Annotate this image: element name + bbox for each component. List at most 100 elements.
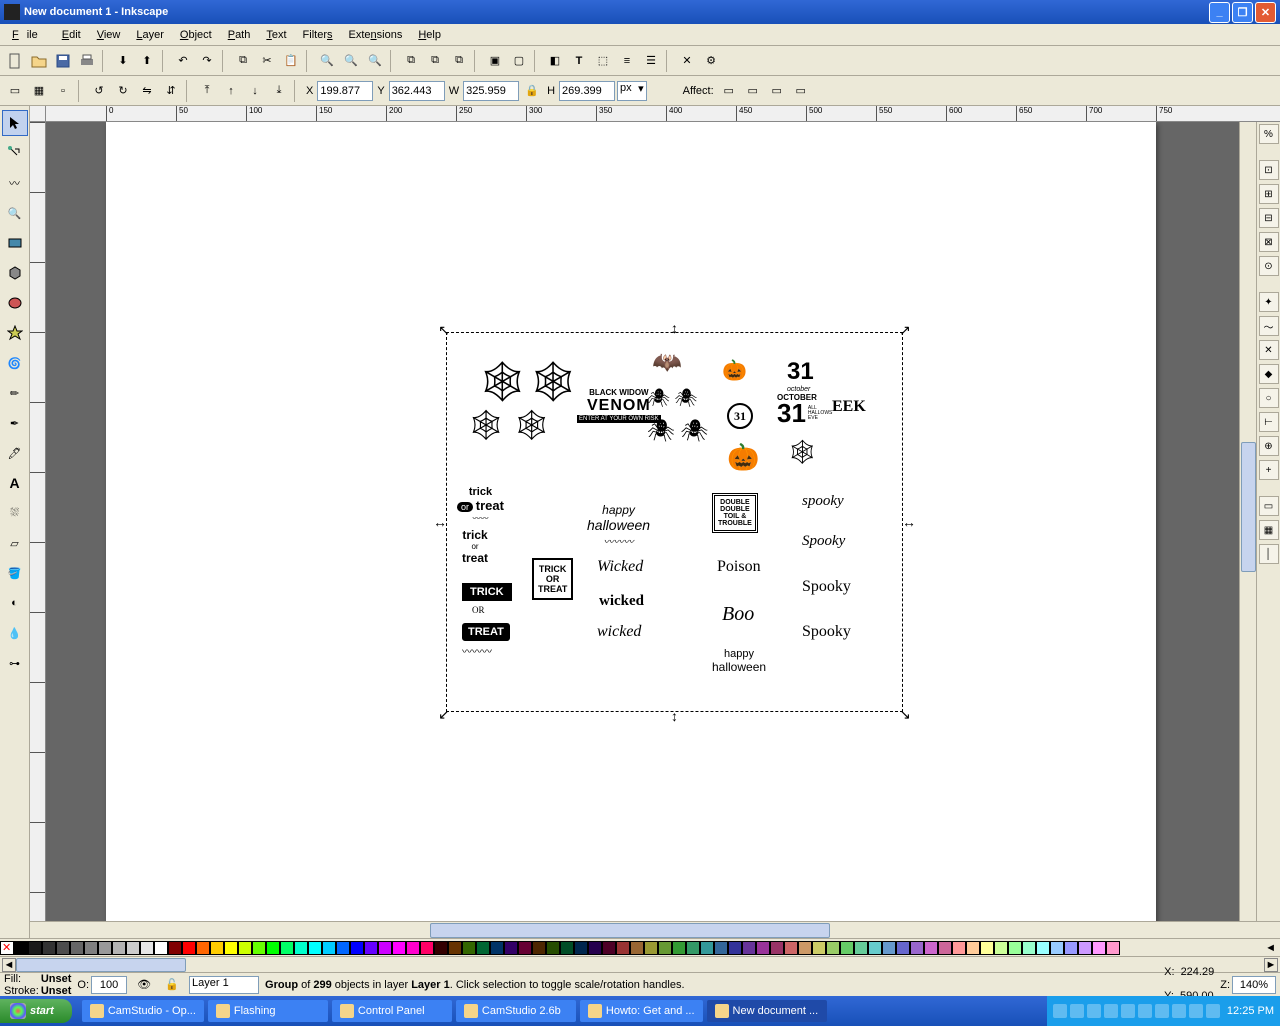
snap-intersection-button[interactable]: ✕ [1259, 340, 1279, 360]
color-swatch[interactable] [1064, 941, 1078, 955]
rect-tool[interactable] [2, 230, 28, 256]
affect-pattern-button[interactable]: ▭ [790, 80, 812, 102]
scrollbar-vertical[interactable] [1239, 122, 1256, 921]
clone-button[interactable]: ⧉ [424, 50, 446, 72]
group-button[interactable]: ▣ [484, 50, 506, 72]
color-swatch[interactable] [868, 941, 882, 955]
color-swatch[interactable] [350, 941, 364, 955]
color-swatch[interactable] [490, 941, 504, 955]
color-swatch[interactable] [28, 941, 42, 955]
color-swatch[interactable] [476, 941, 490, 955]
color-swatch[interactable] [140, 941, 154, 955]
color-swatch[interactable] [448, 941, 462, 955]
zoom-fit-button[interactable]: 🔍 [316, 50, 338, 72]
color-swatch[interactable] [532, 941, 546, 955]
snap-node-button[interactable]: ✦ [1259, 292, 1279, 312]
menu-view[interactable]: View [89, 27, 129, 43]
snap-obj-center-button[interactable]: ⊕ [1259, 436, 1279, 456]
color-swatch[interactable] [98, 941, 112, 955]
color-swatch[interactable] [728, 941, 742, 955]
scroll-left-button[interactable]: ◄ [2, 958, 16, 972]
xml-button[interactable]: ⬚ [592, 50, 614, 72]
snap-edge-mid-button[interactable]: ⊠ [1259, 232, 1279, 252]
menu-file[interactable]: File [4, 27, 54, 43]
menu-filters[interactable]: Filters [295, 27, 341, 43]
bezier-tool[interactable]: ✒ [2, 410, 28, 436]
rotate-cw-button[interactable]: ↻ [112, 80, 134, 102]
h-input[interactable] [559, 81, 615, 101]
snap-enable-button[interactable]: % [1259, 124, 1279, 144]
rotate-ccw-button[interactable]: ↺ [88, 80, 110, 102]
color-swatch[interactable] [980, 941, 994, 955]
color-swatch[interactable] [266, 941, 280, 955]
palette-scrollbar[interactable] [16, 958, 186, 972]
color-swatch[interactable] [252, 941, 266, 955]
color-swatch[interactable] [938, 941, 952, 955]
select-layers-button[interactable]: ▦ [28, 80, 50, 102]
menu-extensions[interactable]: Extensions [341, 27, 411, 43]
color-swatch[interactable] [966, 941, 980, 955]
color-swatch[interactable] [994, 941, 1008, 955]
layer-select[interactable]: Layer 1 [189, 976, 259, 994]
color-swatch[interactable] [924, 941, 938, 955]
canvas[interactable]: ↖ ↕ ↗ ↔ ↔ ↙ ↕ ↘ 🕸🕸 🕸 🕸 BLACK WIDOW [46, 122, 1239, 921]
snap-guide-button[interactable]: │ [1259, 544, 1279, 564]
layers-button[interactable]: ☰ [640, 50, 662, 72]
color-swatch[interactable] [686, 941, 700, 955]
connector-tool[interactable]: ⊶ [2, 650, 28, 676]
color-swatch[interactable] [154, 941, 168, 955]
duplicate-button[interactable]: ⧉ [400, 50, 422, 72]
color-swatch[interactable] [1050, 941, 1064, 955]
zoom-drawing-button[interactable]: 🔍 [340, 50, 362, 72]
new-button[interactable] [4, 50, 26, 72]
unit-select[interactable]: px [617, 81, 647, 101]
y-input[interactable] [389, 81, 445, 101]
scroll-right-button[interactable]: ► [1264, 958, 1278, 972]
tweak-tool[interactable]: 〰 [2, 170, 28, 196]
maximize-button[interactable]: ❐ [1232, 2, 1253, 23]
snap-path-button[interactable]: 〜 [1259, 316, 1279, 336]
lower-bottom-button[interactable]: ⤓ [268, 80, 290, 102]
color-swatch[interactable] [910, 941, 924, 955]
color-swatch[interactable] [812, 941, 826, 955]
flip-h-button[interactable]: ⇋ [136, 80, 158, 102]
color-swatch[interactable] [1092, 941, 1106, 955]
x-input[interactable] [317, 81, 373, 101]
color-swatch[interactable] [854, 941, 868, 955]
color-swatch[interactable] [826, 941, 840, 955]
color-swatch[interactable] [84, 941, 98, 955]
menu-text[interactable]: Text [258, 27, 294, 43]
color-swatch[interactable] [504, 941, 518, 955]
pencil-tool[interactable]: ✏ [2, 380, 28, 406]
fill-stroke-button[interactable]: ◧ [544, 50, 566, 72]
taskbar-item[interactable]: Flashing [208, 1000, 328, 1022]
color-swatch[interactable] [392, 941, 406, 955]
color-swatch[interactable] [294, 941, 308, 955]
snap-grid-button[interactable]: ▦ [1259, 520, 1279, 540]
color-swatch[interactable] [434, 941, 448, 955]
preferences-button[interactable]: ✕ [676, 50, 698, 72]
node-tool[interactable] [2, 140, 28, 166]
align-button[interactable]: ≡ [616, 50, 638, 72]
tray-icon[interactable] [1104, 1004, 1118, 1018]
color-swatch[interactable] [308, 941, 322, 955]
color-swatch[interactable] [560, 941, 574, 955]
layer-lock-button[interactable]: 🔓 [161, 974, 183, 996]
bucket-tool[interactable]: 🪣 [2, 560, 28, 586]
raise-button[interactable]: ↑ [220, 80, 242, 102]
color-swatch[interactable] [588, 941, 602, 955]
import-button[interactable]: ⬇ [112, 50, 134, 72]
undo-button[interactable]: ↶ [172, 50, 194, 72]
save-button[interactable] [52, 50, 74, 72]
color-swatch[interactable] [882, 941, 896, 955]
affect-stroke-button[interactable]: ▭ [718, 80, 740, 102]
close-button[interactable]: ✕ [1255, 2, 1276, 23]
snap-cusp-button[interactable]: ◆ [1259, 364, 1279, 384]
color-swatch[interactable] [1078, 941, 1092, 955]
doc-preferences-button[interactable]: ⚙ [700, 50, 722, 72]
paste-button[interactable]: 📋 [280, 50, 302, 72]
unlink-button[interactable]: ⧉ [448, 50, 470, 72]
fill-value[interactable]: Unset [41, 973, 72, 985]
snap-center-button[interactable]: ⊙ [1259, 256, 1279, 276]
start-button[interactable]: start [0, 999, 72, 1023]
